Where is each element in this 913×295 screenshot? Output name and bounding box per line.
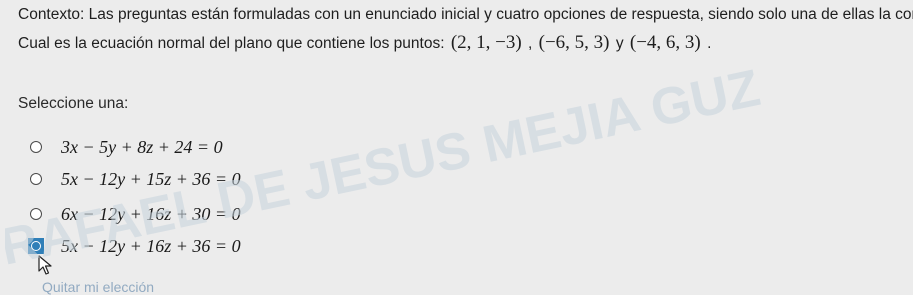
point-1: (2, 1, −3) <box>450 32 522 53</box>
question-prompt: Cual es la ecuación normal del plano que… <box>18 35 449 52</box>
radio-button-option-2[interactable] <box>30 173 42 185</box>
answer-option-4[interactable]: 5x − 12y + 16z + 36 = 0 <box>28 234 241 258</box>
point-2: (−6, 5, 3) <box>538 32 610 53</box>
context-text: Contexto: Las preguntas están formuladas… <box>18 6 913 23</box>
select-one-label: Seleccione una: <box>18 95 129 112</box>
question-text: Cual es la ecuación normal del plano que… <box>18 32 711 54</box>
clear-choice-link[interactable]: Quitar mi elección <box>42 279 154 295</box>
radio-button-option-3[interactable] <box>30 208 42 220</box>
option-2-equation[interactable]: 5x − 12y + 15z + 36 = 0 <box>61 169 241 190</box>
mouse-pointer-icon <box>38 255 52 275</box>
radio-focus-highlight[interactable] <box>28 238 44 254</box>
option-3-equation[interactable]: 6x − 12y + 16z + 30 = 0 <box>61 204 241 225</box>
radio-button-option-1[interactable] <box>30 141 42 153</box>
answer-option-1[interactable]: 3x − 5y + 8z + 24 = 0 <box>30 135 223 159</box>
option-1-equation[interactable]: 3x − 5y + 8z + 24 = 0 <box>61 137 223 158</box>
option-4-equation[interactable]: 5x − 12y + 16z + 36 = 0 <box>61 236 241 257</box>
answer-option-2[interactable]: 5x − 12y + 15z + 36 = 0 <box>30 167 241 191</box>
point-3: (−4, 6, 3) <box>629 32 701 53</box>
radio-button-option-4[interactable] <box>31 241 41 251</box>
question-end: . <box>702 35 712 52</box>
separator-2: y <box>611 35 628 52</box>
separator-1: , <box>523 35 537 52</box>
answer-option-3[interactable]: 6x − 12y + 16z + 30 = 0 <box>30 202 241 226</box>
